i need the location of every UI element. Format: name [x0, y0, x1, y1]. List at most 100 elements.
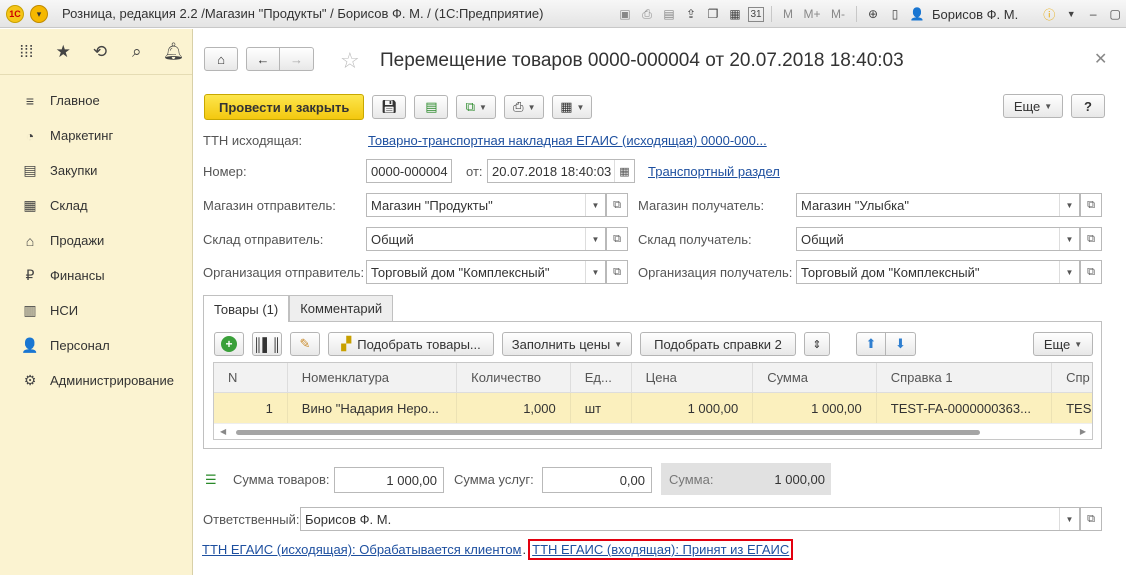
- main-menu-button[interactable]: ▾: [30, 5, 48, 23]
- save-icon[interactable]: ▣: [616, 5, 634, 23]
- horizontal-scrollbar[interactable]: ◀ ▶: [214, 423, 1092, 439]
- print-icon[interactable]: ⎙: [638, 5, 656, 23]
- maximize-icon[interactable]: ▢: [1106, 5, 1124, 23]
- fill-prices-button[interactable]: Заполнить цены ▼: [502, 332, 632, 356]
- column-header[interactable]: N: [214, 363, 288, 392]
- barcode-button[interactable]: ║▌║: [252, 332, 282, 356]
- history-icon[interactable]: ⟲: [82, 37, 119, 67]
- memory-m-button[interactable]: M: [779, 5, 797, 23]
- help-button[interactable]: ?: [1071, 94, 1105, 118]
- scroll-thumb[interactable]: [236, 430, 980, 435]
- memory-minus-button[interactable]: M-: [827, 5, 849, 23]
- sidebar-item-personnel[interactable]: 👤 Персонал: [0, 328, 192, 363]
- chevron-down-icon[interactable]: ▼: [1062, 5, 1080, 23]
- calendar-icon[interactable]: 31: [748, 6, 764, 22]
- column-header[interactable]: Спр: [1052, 363, 1092, 392]
- move-up-button[interactable]: ⬆: [856, 332, 886, 356]
- save-button[interactable]: 💾︎: [372, 95, 407, 119]
- open-receiver-store-button[interactable]: ⧉: [1080, 193, 1102, 217]
- sender-warehouse-field[interactable]: Общий ▼: [366, 227, 606, 251]
- cell-certificate-2: TES: [1066, 400, 1092, 416]
- back-button[interactable]: ←: [246, 47, 280, 71]
- sidebar-item-main[interactable]: ≡ Главное: [0, 83, 192, 118]
- ttn-link[interactable]: Товарно-транспортная накладная ЕГАИС (ис…: [368, 133, 767, 148]
- edit-button[interactable]: ✎: [290, 332, 320, 356]
- scroll-left-icon[interactable]: ◀: [220, 427, 226, 436]
- print-button[interactable]: ⎙ ▼: [504, 95, 545, 119]
- open-receiver-org-button[interactable]: ⧉: [1080, 260, 1102, 284]
- chevron-down-icon[interactable]: ▼: [1059, 261, 1079, 283]
- post-button[interactable]: ▤: [414, 95, 449, 119]
- open-receiver-warehouse-button[interactable]: ⧉: [1080, 227, 1102, 251]
- search-icon[interactable]: ⌕: [118, 37, 155, 67]
- transport-section-link[interactable]: Транспортный раздел: [648, 164, 780, 179]
- pick-goods-button[interactable]: ▞ Подобрать товары...: [328, 332, 494, 356]
- egais-outgoing-status-link[interactable]: ТТН ЕГАИС (исходящая): Обрабатывается кл…: [202, 542, 522, 557]
- sidebar-item-nsi[interactable]: ▥ НСИ: [0, 293, 192, 328]
- ordering-button[interactable]: ⇕: [804, 332, 830, 356]
- date-input[interactable]: 20.07.2018 18:40:03 ▦: [487, 159, 635, 183]
- home-button[interactable]: ⌂: [204, 47, 238, 71]
- receiver-store-field[interactable]: Магазин "Улыбка" ▼: [796, 193, 1080, 217]
- chevron-down-icon[interactable]: ▼: [585, 228, 605, 250]
- chevron-down-icon[interactable]: ▼: [1059, 508, 1079, 530]
- table-row[interactable]: 1 Вино "Надария Нерo... 1,000 шт 1 000,0…: [214, 393, 1092, 423]
- pick-certificates-button[interactable]: Подобрать справки 2: [640, 332, 796, 356]
- chevron-down-icon[interactable]: ▼: [1059, 194, 1079, 216]
- chevron-down-icon[interactable]: ▼: [585, 194, 605, 216]
- column-header[interactable]: Справка 1: [877, 363, 1053, 392]
- egais-incoming-status-link[interactable]: ТТН ЕГАИС (входящая): Принят из ЕГАИС: [532, 542, 789, 557]
- tab-goods[interactable]: Товары (1): [203, 295, 290, 322]
- scroll-right-icon[interactable]: ▶: [1080, 427, 1086, 436]
- calendar-icon[interactable]: ▦: [614, 160, 634, 182]
- minimize-icon[interactable]: –: [1084, 5, 1102, 23]
- open-sender-org-button[interactable]: ⧉: [606, 260, 628, 284]
- column-header[interactable]: Ед...: [571, 363, 632, 392]
- bell-icon[interactable]: 🔔︎: [155, 37, 192, 67]
- zoom-icon[interactable]: ⊕: [864, 5, 882, 23]
- upload-icon[interactable]: ⇪: [682, 5, 700, 23]
- preview-icon[interactable]: ▤: [660, 5, 678, 23]
- column-header[interactable]: Цена: [632, 363, 754, 392]
- sender-store-field[interactable]: Магазин "Продукты" ▼: [366, 193, 606, 217]
- favorite-star-icon[interactable]: ☆: [340, 48, 360, 74]
- sidebar-item-purchases[interactable]: ▤ Закупки: [0, 153, 192, 188]
- receiver-warehouse-field[interactable]: Общий ▼: [796, 227, 1080, 251]
- memory-plus-button[interactable]: M+: [801, 5, 823, 23]
- sidebar-item-marketing[interactable]: ◔ Маркетинг: [0, 118, 192, 153]
- column-header[interactable]: Количество: [457, 363, 571, 392]
- cell-sum: 1 000,00: [753, 393, 877, 423]
- copy-icon[interactable]: ❐: [704, 5, 722, 23]
- create-based-on-button[interactable]: ⧉ ▼: [456, 95, 497, 119]
- column-header[interactable]: Сумма: [753, 363, 877, 392]
- column-header[interactable]: Номенклатура: [288, 363, 458, 392]
- responsible-field[interactable]: Борисов Ф. М. ▼: [300, 507, 1080, 531]
- current-user[interactable]: Борисов Ф. М.: [932, 7, 1018, 22]
- receiver-org-field[interactable]: Торговый дом "Комплексный" ▼: [796, 260, 1080, 284]
- open-sender-warehouse-button[interactable]: ⧉: [606, 227, 628, 251]
- sidebar-item-finance[interactable]: ₽ Финансы: [0, 258, 192, 293]
- apps-grid-icon[interactable]: ⁞⁞⁞: [8, 37, 45, 67]
- number-input[interactable]: 0000-000004: [366, 159, 452, 183]
- tab-comment[interactable]: Комментарий: [289, 295, 394, 321]
- calculator-icon[interactable]: ▦: [726, 5, 744, 23]
- close-icon[interactable]: ✕: [1094, 49, 1107, 69]
- move-down-button[interactable]: ⬇: [886, 332, 916, 356]
- chevron-down-icon[interactable]: ▼: [1059, 228, 1079, 250]
- post-and-close-button[interactable]: Провести и закрыть: [204, 94, 365, 120]
- info-icon[interactable]: ⓘ: [1040, 5, 1058, 23]
- reports-button[interactable]: ▦ ▼: [552, 95, 593, 119]
- panel-toggle-icon[interactable]: ▯: [886, 5, 904, 23]
- chevron-down-icon[interactable]: ▼: [585, 261, 605, 283]
- sidebar-item-sales[interactable]: ⌂ Продажи: [0, 223, 192, 258]
- favorites-star-icon[interactable]: ★: [45, 37, 82, 67]
- add-row-button[interactable]: +: [214, 332, 244, 356]
- open-sender-store-button[interactable]: ⧉: [606, 193, 628, 217]
- open-responsible-button[interactable]: ⧉: [1080, 507, 1102, 531]
- sender-org-field[interactable]: Торговый дом "Комплексный" ▼: [366, 260, 606, 284]
- forward-button[interactable]: →: [280, 47, 314, 71]
- more-button[interactable]: Еще ▼: [1003, 94, 1063, 118]
- sidebar-item-warehouse[interactable]: ▦ Склад: [0, 188, 192, 223]
- sidebar-item-admin[interactable]: ⚙ Администрирование: [0, 363, 192, 398]
- goods-more-button[interactable]: Еще ▼: [1033, 332, 1093, 356]
